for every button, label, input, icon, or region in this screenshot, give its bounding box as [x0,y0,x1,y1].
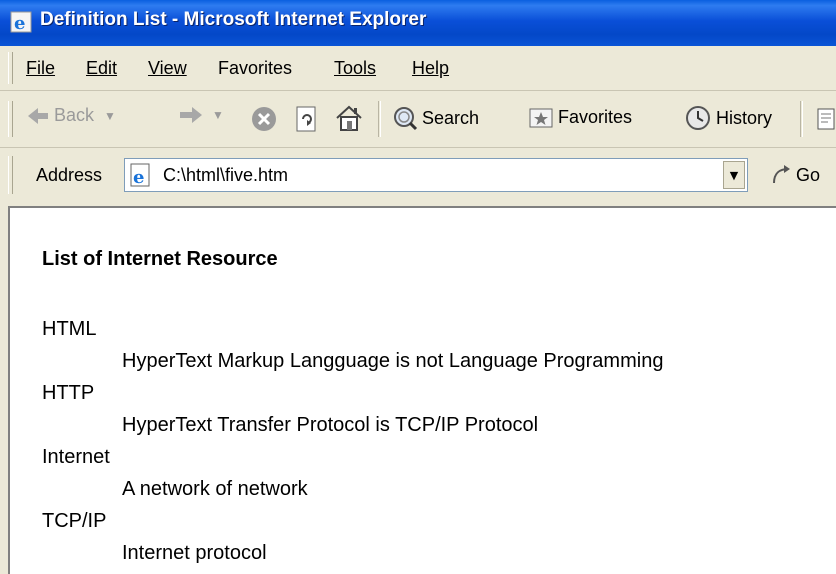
page-heading: List of Internet Resource [42,248,278,270]
favorites-star-icon [529,108,553,128]
menu-favorites[interactable]: Favorites [218,58,292,79]
menu-bar: File Edit View Favorites Tools Help [0,46,836,91]
definition-description: Internet protocol [122,542,267,564]
svg-text:e: e [133,167,144,187]
mail-icon[interactable] [816,107,836,131]
address-grip[interactable] [8,156,13,194]
forward-dropdown-icon[interactable]: ▼ [212,108,224,122]
history-clock-icon [686,106,710,130]
go-button[interactable]: Go [770,163,820,187]
search-icon [394,107,418,131]
toolbar-separator [378,101,381,137]
address-bar: Address e C:\html\five.htm ▼ Go [0,148,836,204]
back-dropdown-icon[interactable]: ▼ [104,109,116,123]
definition-term: Internet [42,446,110,468]
address-input[interactable]: e C:\html\five.htm ▼ [124,158,748,192]
refresh-icon[interactable] [294,105,320,133]
definition-description: HyperText Transfer Protocol is TCP/IP Pr… [122,414,539,436]
history-label: History [716,107,773,128]
window-title: Definition List - Microsoft Internet Exp… [40,9,427,30]
menu-tools[interactable]: Tools [334,58,376,79]
definition-description: A network of network [122,478,308,500]
back-label: Back [54,105,95,125]
svg-text:e: e [14,13,25,34]
home-icon[interactable] [334,103,364,133]
forward-arrow-icon [180,107,202,123]
menu-help[interactable]: Help [412,58,449,79]
history-button[interactable]: History [684,105,772,131]
definition-term: TCP/IP [42,510,107,532]
definition-term: HTML [42,318,97,340]
stop-icon[interactable] [250,105,278,133]
ie-page-icon: e [130,163,150,187]
search-button[interactable]: Search [392,105,479,131]
toolbar-grip[interactable] [8,101,13,137]
page-content: List of Internet Resource HTML HyperText… [8,206,836,574]
favorites-button[interactable]: Favorites [528,105,632,129]
address-label: Address [36,165,103,185]
menu-file[interactable]: File [26,58,55,79]
go-arrow-icon [773,165,790,184]
forward-button[interactable]: ▼ [176,105,224,125]
back-arrow-icon [28,107,48,124]
go-label: Go [796,164,821,185]
favorites-label: Favorites [558,106,633,127]
menu-view[interactable]: View [148,58,187,79]
standard-toolbar: Back ▼ ▼ Search Favorites History [0,91,836,148]
definition-term: HTTP [42,382,95,404]
menu-edit[interactable]: Edit [86,58,117,79]
toolbar-separator [800,101,803,137]
chevron-down-icon: ▼ [729,168,739,182]
search-label: Search [422,107,480,128]
title-bar[interactable]: e Definition List - Microsoft Internet E… [0,0,836,46]
back-button[interactable]: Back ▼ [26,105,116,126]
address-url: C:\html\five.htm [163,165,289,185]
definition-description: HyperText Markup Langguage is not Langua… [122,350,664,372]
menu-grip[interactable] [8,52,13,84]
ie-logo-icon: e [10,11,32,34]
address-dropdown-button[interactable]: ▼ [723,161,745,189]
